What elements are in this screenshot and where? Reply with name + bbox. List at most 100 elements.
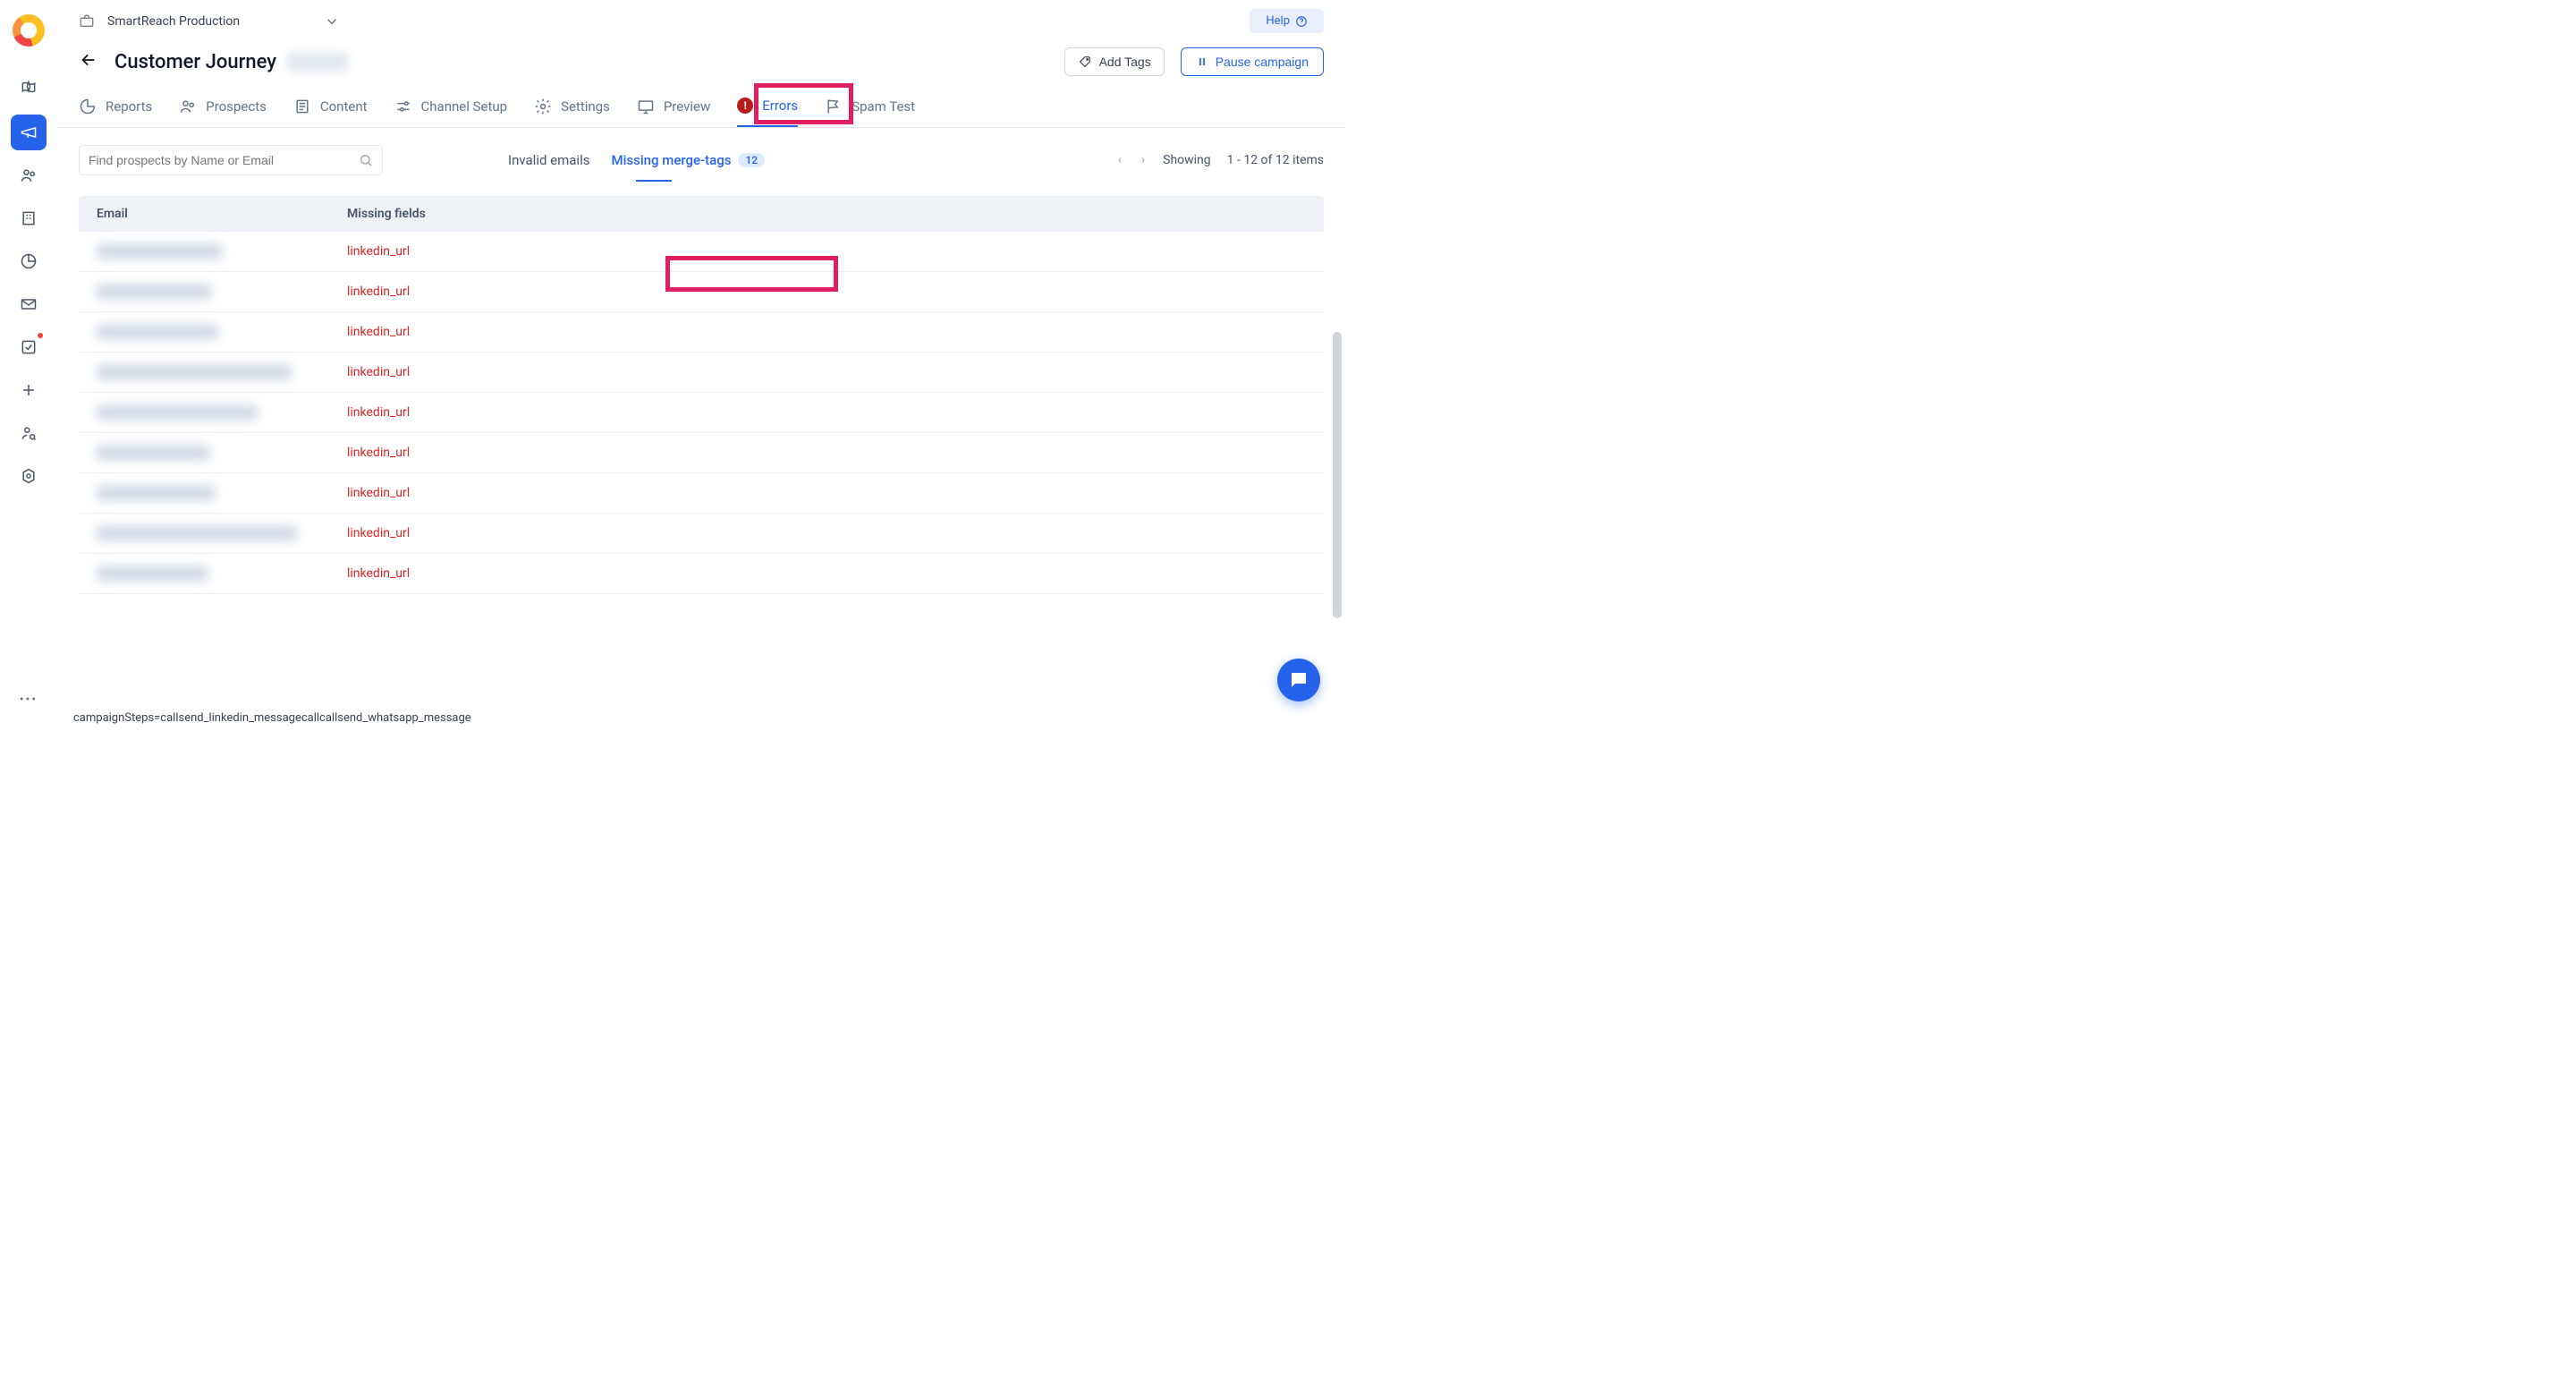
scrollbar[interactable] xyxy=(1333,332,1342,618)
nav-more[interactable]: ••• xyxy=(20,693,38,707)
tab-errors[interactable]: ! Errors xyxy=(737,85,798,127)
tab-prospects[interactable]: Prospects xyxy=(179,85,267,127)
pager-showing: Showing xyxy=(1163,153,1211,167)
table-body: linkedin_urllinkedin_urllinkedin_urllink… xyxy=(79,232,1324,594)
add-tags-button[interactable]: Add Tags xyxy=(1064,47,1165,76)
briefcase-icon xyxy=(79,13,95,30)
back-button[interactable] xyxy=(79,50,98,73)
checkbox-icon xyxy=(20,338,38,356)
pause-campaign-button[interactable]: Pause campaign xyxy=(1181,47,1324,76)
nav-tasks[interactable] xyxy=(11,329,47,365)
email-redacted xyxy=(97,244,222,259)
nav-people[interactable] xyxy=(11,157,47,193)
pie-icon xyxy=(79,98,97,115)
col-missing: Missing fields xyxy=(347,207,1306,221)
email-redacted xyxy=(97,325,218,339)
email-cell xyxy=(97,244,347,259)
tab-label: Errors xyxy=(762,98,798,114)
table-row[interactable]: linkedin_url xyxy=(79,232,1324,272)
user-search-icon xyxy=(20,424,38,442)
missing-field-value: linkedin_url xyxy=(347,405,750,420)
nav-add[interactable] xyxy=(11,372,47,408)
missing-field-value: linkedin_url xyxy=(347,486,750,500)
col-email: Email xyxy=(97,207,347,221)
pager: ‹ › Showing 1 - 12 of 12 items xyxy=(1116,153,1324,167)
tab-reports[interactable]: Reports xyxy=(79,85,152,127)
tab-label: Spam Test xyxy=(852,98,915,115)
envelope-icon xyxy=(20,295,38,313)
email-redacted xyxy=(97,566,208,581)
missing-field-value: linkedin_url xyxy=(347,285,750,299)
workspace-name: SmartReach Production xyxy=(107,14,240,29)
nav-campaigns[interactable] xyxy=(11,115,47,150)
missing-field-value: linkedin_url xyxy=(347,325,750,339)
table-row[interactable]: linkedin_url xyxy=(79,514,1324,554)
pager-next[interactable]: › xyxy=(1140,153,1147,167)
campaign-tabs: Reports Prospects Content Channel Setup … xyxy=(57,85,1345,128)
pause-label: Pause campaign xyxy=(1216,55,1309,69)
help-icon xyxy=(1295,15,1308,28)
nav-settings[interactable] xyxy=(11,458,47,494)
help-button[interactable]: Help xyxy=(1250,9,1324,33)
table-row[interactable]: linkedin_url xyxy=(79,353,1324,393)
subtab-invalid-emails[interactable]: Invalid emails xyxy=(508,140,589,180)
email-cell xyxy=(97,365,347,379)
table-header: Email Missing fields xyxy=(79,196,1324,232)
tab-channel-setup[interactable]: Channel Setup xyxy=(394,85,508,127)
pager-prev[interactable]: ‹ xyxy=(1116,153,1123,167)
table-row[interactable]: linkedin_url xyxy=(79,433,1324,473)
logo xyxy=(13,14,45,47)
tab-preview[interactable]: Preview xyxy=(637,85,710,127)
email-cell xyxy=(97,526,347,540)
flag-icon xyxy=(825,98,843,115)
plus-icon xyxy=(20,381,38,399)
missing-field-value: linkedin_url xyxy=(347,244,750,259)
nav-analytics[interactable] xyxy=(11,243,47,279)
filter-row: Invalid emails Missing merge-tags 12 ‹ ›… xyxy=(57,140,1345,180)
subtab-missing-merge-tags[interactable]: Missing merge-tags 12 xyxy=(611,140,765,180)
monitor-icon xyxy=(637,98,655,115)
table-row[interactable]: linkedin_url xyxy=(79,272,1324,312)
arrow-left-icon xyxy=(79,50,98,70)
search-box[interactable] xyxy=(79,145,383,175)
email-cell xyxy=(97,446,347,460)
topbar: SmartReach Production Help xyxy=(57,0,1345,38)
rocket-icon xyxy=(20,81,38,98)
table-row[interactable]: linkedin_url xyxy=(79,393,1324,433)
search-icon xyxy=(359,153,373,167)
missing-field-value: linkedin_url xyxy=(347,566,750,581)
chat-widget[interactable] xyxy=(1277,659,1320,701)
search-input[interactable] xyxy=(89,153,359,167)
tab-spam-test[interactable]: Spam Test xyxy=(825,85,915,127)
hex-gear-icon xyxy=(20,467,38,485)
doc-icon xyxy=(293,98,311,115)
tab-label: Reports xyxy=(106,98,152,115)
nav-user-search[interactable] xyxy=(11,415,47,451)
tab-label: Settings xyxy=(561,98,610,115)
table-row[interactable]: linkedin_url xyxy=(79,312,1324,353)
email-cell xyxy=(97,285,347,299)
email-cell xyxy=(97,405,347,420)
table-row[interactable]: linkedin_url xyxy=(79,473,1324,514)
nav-rocket[interactable] xyxy=(11,72,47,107)
tag-icon xyxy=(1078,55,1092,69)
sliders-icon xyxy=(394,98,412,115)
table-row[interactable]: linkedin_url xyxy=(79,554,1324,594)
tab-label: Preview xyxy=(664,98,710,115)
tab-settings[interactable]: Settings xyxy=(534,85,610,127)
people-icon xyxy=(179,98,197,115)
missing-field-value: linkedin_url xyxy=(347,526,750,540)
chat-icon xyxy=(1288,669,1309,691)
nav-inbox[interactable] xyxy=(11,286,47,322)
subtab-label: Invalid emails xyxy=(508,152,589,168)
email-cell xyxy=(97,566,347,581)
tab-content[interactable]: Content xyxy=(293,85,368,127)
email-redacted xyxy=(97,526,297,540)
pause-icon xyxy=(1196,55,1208,68)
merge-count-badge: 12 xyxy=(738,153,765,167)
titlebar: Customer Journey Add Tags Pause campaign xyxy=(57,38,1345,85)
error-icon: ! xyxy=(737,98,753,114)
workspace-selector[interactable]: SmartReach Production xyxy=(79,13,340,30)
nav-building[interactable] xyxy=(11,200,47,236)
people-icon xyxy=(20,166,38,184)
